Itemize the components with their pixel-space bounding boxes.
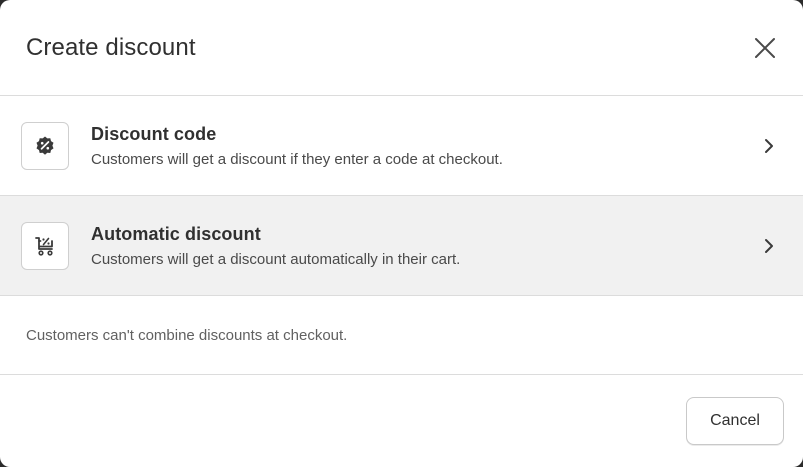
option-title: Discount code: [91, 123, 217, 144]
create-discount-modal: Create discount Discount code Customers …: [0, 0, 803, 467]
option-discount-code[interactable]: Discount code Customers will get a disco…: [0, 96, 803, 196]
discount-code-text: Discount code Customers will get a disco…: [91, 124, 759, 168]
option-description: Customers will get a discount if they en…: [91, 150, 503, 168]
modal-header: Create discount: [0, 0, 803, 96]
close-button[interactable]: [751, 34, 779, 62]
discount-badge-icon: [36, 136, 54, 155]
chevron-right-icon: [759, 136, 779, 156]
discount-code-icon-box: [21, 121, 69, 170]
modal-footer: Cancel: [0, 375, 803, 467]
chevron-right-icon: [759, 236, 779, 256]
automatic-discount-icon-box: [21, 221, 69, 270]
option-automatic-discount[interactable]: Automatic discount Customers will get a …: [0, 196, 803, 296]
modal-title: Create discount: [26, 33, 196, 61]
cancel-button[interactable]: Cancel: [686, 397, 784, 445]
automatic-discount-text: Automatic discount Customers will get a …: [91, 224, 759, 268]
combine-discounts-note: Customers can't combine discounts at che…: [0, 296, 803, 375]
close-icon: [755, 37, 775, 58]
cart-discount-icon: [35, 236, 53, 256]
option-description: Customers will get a discount automatica…: [91, 250, 461, 268]
option-title: Automatic discount: [91, 223, 261, 244]
